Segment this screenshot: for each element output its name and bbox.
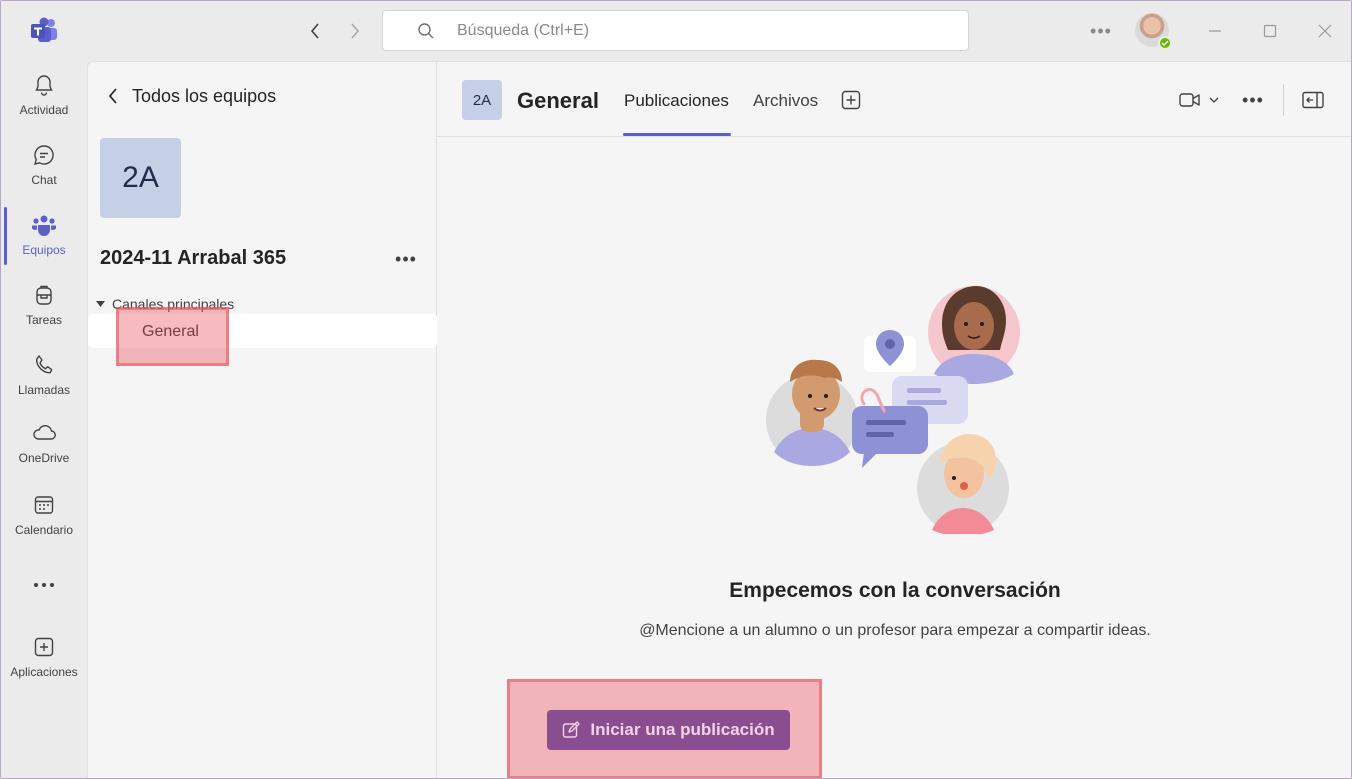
rail-label: Llamadas — [17, 383, 71, 397]
tab-archivos[interactable]: Archivos — [753, 91, 818, 111]
start-post-button[interactable]: Iniciar una publicación — [547, 710, 790, 750]
rail-label: OneDrive — [18, 451, 70, 465]
title-bar: ••• — [1, 1, 1351, 61]
rail-label: Calendario — [14, 523, 74, 537]
rail-label: Chat — [31, 173, 57, 187]
team-name: 2024-11 Arrabal 365 — [100, 247, 287, 269]
compose-icon — [562, 721, 581, 739]
active-tab-underline — [623, 133, 731, 136]
back-arrow-icon[interactable] — [303, 19, 327, 43]
app-rail: Actividad Chat Equipos Tareas Llamadas O… — [1, 61, 87, 778]
side-panel-icon[interactable] — [1301, 89, 1325, 111]
rail-item-equipos[interactable]: Equipos — [1, 203, 87, 267]
rail-label: Actividad — [19, 103, 69, 117]
rail-item-chat[interactable]: Chat — [1, 133, 87, 197]
rail-label: Equipos — [22, 243, 66, 257]
rail-item-tareas[interactable]: Tareas — [1, 273, 87, 337]
start-post-label: Iniciar una publicación — [590, 720, 775, 739]
video-camera-icon[interactable] — [1178, 89, 1202, 111]
rail-item-aplicaciones[interactable]: Aplicaciones — [1, 625, 87, 689]
highlight-overlay — [116, 307, 229, 366]
rail-item-llamadas[interactable]: Llamadas — [1, 343, 87, 407]
teams-icon — [30, 211, 58, 239]
more-options-icon[interactable]: ••• — [1088, 19, 1114, 43]
all-teams-back-button[interactable]: Todos los equipos — [108, 84, 276, 108]
channel-panel: Todos los equipos 2A 2024-11 Arrabal 365… — [87, 61, 437, 778]
presence-available-icon — [1158, 36, 1172, 50]
channel-avatar: 2A — [462, 80, 502, 120]
rail-item-calendario[interactable]: Calendario — [1, 483, 87, 547]
more-options-icon[interactable]: ••• — [1239, 89, 1267, 111]
empty-state-subtitle: @Mencione a un alumno o un profesor para… — [639, 622, 1151, 639]
rail-item-more[interactable] — [1, 567, 87, 603]
team-more-options-button[interactable]: ••• — [392, 248, 420, 270]
back-label: Todos los equipos — [132, 85, 277, 106]
rail-label: Tareas — [25, 313, 63, 327]
caret-down-icon — [96, 299, 106, 309]
tab-publicaciones[interactable]: Publicaciones — [624, 91, 729, 111]
bell-icon — [30, 71, 58, 99]
search-box[interactable] — [382, 10, 969, 51]
minimize-icon[interactable] — [1203, 19, 1227, 43]
calendar-icon — [30, 491, 58, 519]
team-avatar: 2A — [100, 138, 181, 218]
forward-arrow-icon[interactable] — [343, 19, 367, 43]
avatar[interactable] — [1135, 13, 1172, 50]
close-icon[interactable] — [1313, 19, 1337, 43]
rail-item-onedrive[interactable]: OneDrive — [1, 411, 87, 475]
teams-logo-icon — [29, 17, 59, 45]
empty-state-title: Empecemos con la conversación — [729, 579, 1061, 602]
teams-window: ••• Actividad Chat — [0, 0, 1352, 779]
more-icon — [30, 571, 58, 599]
maximize-icon[interactable] — [1258, 19, 1282, 43]
main-content: 2A General Publicaciones Archivos ••• Em… — [437, 61, 1351, 778]
backpack-icon — [30, 281, 58, 309]
search-icon — [417, 21, 437, 41]
chat-icon — [30, 141, 58, 169]
search-input[interactable] — [457, 21, 857, 40]
add-tab-icon[interactable] — [840, 89, 862, 111]
chevron-left-icon — [108, 88, 117, 104]
add-app-icon — [30, 633, 58, 661]
phone-icon — [30, 351, 58, 379]
channel-header: 2A General Publicaciones Archivos ••• — [437, 62, 1351, 137]
divider — [1283, 84, 1284, 116]
rail-label: Aplicaciones — [10, 665, 78, 679]
channel-title: General — [517, 88, 599, 113]
cloud-icon — [30, 419, 58, 447]
rail-item-actividad[interactable]: Actividad — [1, 63, 87, 127]
conversation-illustration — [764, 284, 1024, 536]
chevron-down-icon[interactable] — [1207, 92, 1221, 108]
